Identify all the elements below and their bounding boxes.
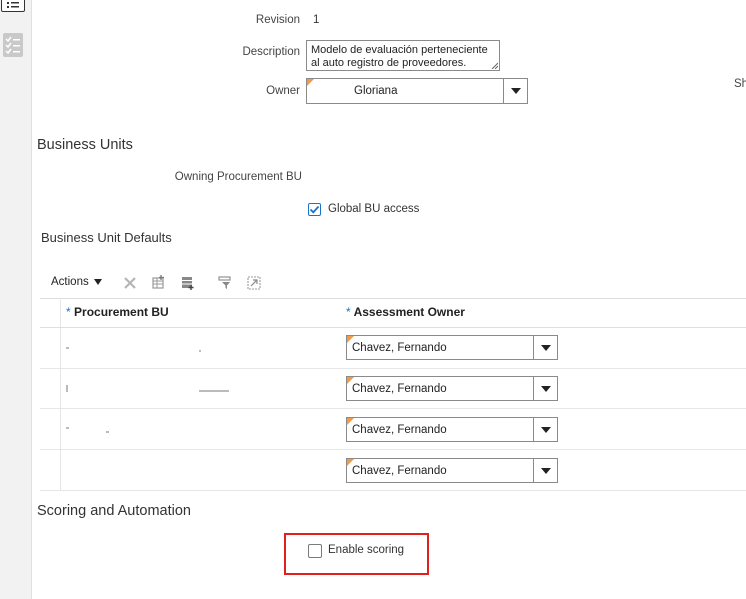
dropdown-arrow-icon: [540, 344, 551, 351]
redacted-text: [66, 347, 69, 349]
description-label: Description: [242, 46, 300, 58]
revision-value: 1: [313, 14, 320, 26]
scoring-automation-heading: Scoring and Automation: [37, 503, 191, 519]
required-asterisk: *: [346, 305, 351, 319]
description-textarea[interactable]: Modelo de evaluación perteneciente al au…: [306, 40, 500, 71]
business-units-heading: Business Units: [37, 137, 133, 153]
owner-combobox[interactable]: Gloriana: [306, 78, 528, 104]
required-asterisk: *: [66, 305, 71, 319]
checkmark-icon: [309, 205, 320, 214]
assessment-owner-combobox[interactable]: Chavez, Fernando: [346, 458, 558, 483]
actions-dropdown-icon: [93, 279, 102, 285]
redacted-text: [66, 427, 69, 429]
column-header-assessment-owner[interactable]: * Assessment Owner: [346, 305, 465, 319]
column-header-procurement-bu[interactable]: * Procurement BU: [66, 305, 169, 319]
redacted-text: [199, 390, 229, 392]
list-view-icon[interactable]: [1, 0, 25, 12]
add-row-icon[interactable]: [152, 275, 166, 289]
detach-icon[interactable]: [247, 276, 261, 290]
owner-label: Owner: [266, 85, 300, 97]
redacted-text: [199, 350, 201, 352]
assessment-owner-value: Chavez, Fernando: [352, 341, 447, 354]
enable-scoring-checkbox[interactable]: [308, 544, 322, 558]
dropdown-arrow-icon: [510, 88, 521, 94]
description-text: Modelo de evaluación perteneciente al au…: [311, 44, 488, 69]
global-bu-access-checkbox[interactable]: [308, 203, 321, 216]
business-unit-defaults-heading: Business Unit Defaults: [41, 230, 172, 245]
assessment-owner-combobox[interactable]: Chavez, Fernando: [346, 376, 558, 401]
owner-value: Gloriana: [354, 85, 398, 97]
assessment-owner-value: Chavez, Fernando: [352, 423, 447, 436]
table-top-border: [40, 298, 746, 299]
dropdown-arrow-icon: [540, 385, 551, 392]
revision-label: Revision: [255, 14, 300, 26]
redacted-text: [106, 431, 109, 433]
assessment-owner-dropdown-button[interactable]: [533, 336, 557, 359]
dropdown-arrow-icon: [540, 426, 551, 433]
checklist-icon[interactable]: [3, 33, 23, 57]
actions-label: Actions: [51, 276, 89, 288]
left-sidebar: [0, 0, 32, 599]
owner-dropdown-button[interactable]: [503, 79, 527, 103]
dropdown-arrow-icon: [540, 467, 551, 474]
assessment-owner-value: Chavez, Fernando: [352, 464, 447, 477]
insert-row-icon[interactable]: [181, 276, 195, 290]
resize-handle-icon[interactable]: [491, 62, 498, 69]
owning-bu-label: Owning Procurement BU: [174, 171, 302, 183]
assessment-owner-dropdown-button[interactable]: [533, 377, 557, 400]
global-bu-access-label: Global BU access: [328, 203, 420, 215]
assessment-owner-dropdown-button[interactable]: [533, 459, 557, 482]
redacted-text: [66, 385, 68, 392]
enable-scoring-label: Enable scoring: [328, 544, 405, 556]
row-separator: [40, 490, 746, 491]
delete-icon[interactable]: [123, 276, 137, 290]
assessment-owner-dropdown-button[interactable]: [533, 418, 557, 441]
assessment-owner-combobox[interactable]: Chavez, Fernando: [346, 417, 558, 442]
filter-icon[interactable]: [218, 276, 232, 290]
assessment-owner-combobox[interactable]: Chavez, Fernando: [346, 335, 558, 360]
cut-off-label: Sh: [734, 78, 746, 90]
assessment-owner-value: Chavez, Fernando: [352, 382, 447, 395]
actions-menu[interactable]: Actions: [51, 276, 102, 288]
